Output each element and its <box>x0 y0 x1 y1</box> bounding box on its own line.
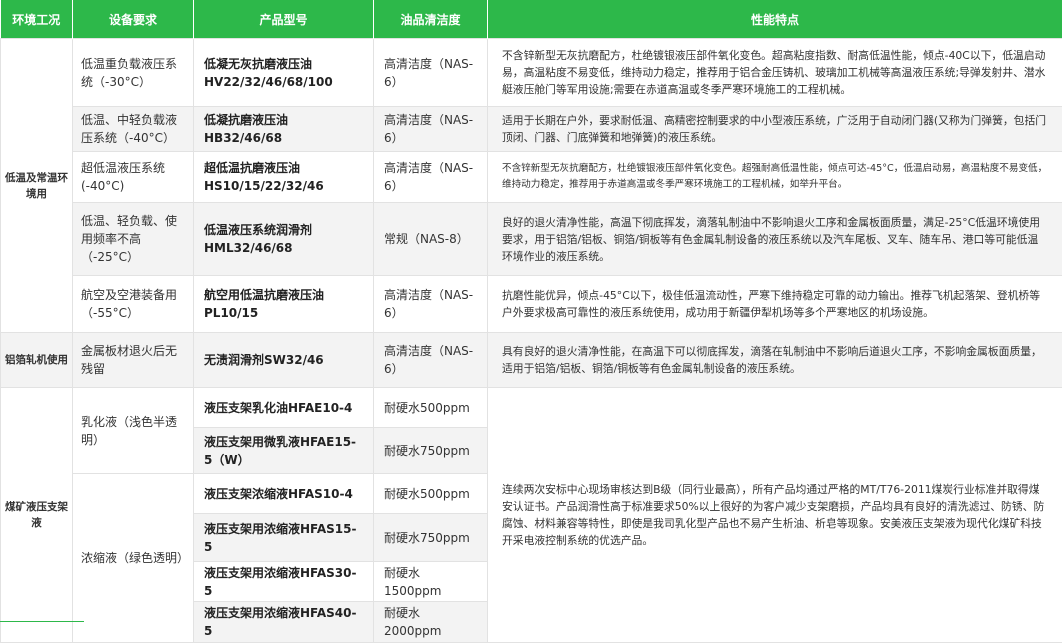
table-row: 超低温液压系统(-40°C) 超低温抗磨液压油HS10/15/22/32/46 … <box>1 152 1062 203</box>
env-group-foil: 铝箔轧机使用 <box>1 333 73 388</box>
features-cell: 具有良好的退火清净性能，在高温下可以彻底挥发，滴落在轧制油中不影响后道退火工序，… <box>488 333 1062 388</box>
cleanliness-cell: 耐硬水500ppm <box>374 388 488 428</box>
cleanliness-cell: 高清洁度（NAS-6） <box>374 333 488 388</box>
model-cell: 液压支架用浓缩液HFAS30-5 <box>194 562 374 602</box>
model-cell: 液压支架浓缩液HFAS10-4 <box>194 474 374 514</box>
cleanliness-cell: 高清洁度（NAS-6） <box>374 276 488 333</box>
table-row: 煤矿液压支架液 乳化液（浅色半透明） 液压支架乳化油HFAE10-4 耐硬水50… <box>1 388 1062 428</box>
features-cell: 不含锌新型无灰抗磨配方，杜绝镀银液压部件氧化变色。超强耐高低温性能，倾点可达-4… <box>488 152 1062 203</box>
features-cell: 良好的退火清净性能，高温下彻底挥发，滴落轧制油中不影响退火工序和金属板面质量，满… <box>488 203 1062 276</box>
header-requirement: 设备要求 <box>73 0 194 39</box>
requirement-cell: 低温、中轻负载液压系统（-40°C） <box>73 107 194 152</box>
table-row: 低温及常温环境用 低温重负载液压系统（-30°C） 低凝无灰抗磨液压油HV22/… <box>1 39 1062 107</box>
features-cell: 抗磨性能优异，倾点-45°C以下，极佳低温流动性，严寒下维持稳定可靠的动力输出。… <box>488 276 1062 333</box>
cleanliness-cell: 耐硬水750ppm <box>374 428 488 474</box>
model-cell: 液压支架用微乳液HFAE15-5（W） <box>194 428 374 474</box>
requirement-cell: 航空及空港装备用（-55°C） <box>73 276 194 333</box>
model-cell: 液压支架用浓缩液HFAS15-5 <box>194 514 374 562</box>
requirement-cell: 乳化液（浅色半透明） <box>73 388 194 474</box>
model-cell: 超低温抗磨液压油HS10/15/22/32/46 <box>194 152 374 203</box>
model-cell: 低凝无灰抗磨液压油HV22/32/46/68/100 <box>194 39 374 107</box>
requirement-cell: 低温重负载液压系统（-30°C） <box>73 39 194 107</box>
header-row: 环境工况 设备要求 产品型号 油品清洁度 性能特点 <box>1 0 1062 39</box>
cleanliness-cell: 高清洁度（NAS-6） <box>374 152 488 203</box>
header-features: 性能特点 <box>488 0 1062 39</box>
cleanliness-cell: 耐硬水500ppm <box>374 474 488 514</box>
env-group-coal: 煤矿液压支架液 <box>1 388 73 643</box>
model-cell: 航空用低温抗磨液压油PL10/15 <box>194 276 374 333</box>
env-group-low-temp: 低温及常温环境用 <box>1 39 73 333</box>
cleanliness-cell: 耐硬水2000ppm <box>374 602 488 643</box>
requirement-cell: 浓缩液（绿色透明） <box>73 474 194 643</box>
features-cell: 适用于长期在户外，要求耐低温、高精密控制要求的中小型液压系统，广泛用于自动闭门器… <box>488 107 1062 152</box>
model-cell: 低温液压系统润滑剂HML32/46/68 <box>194 203 374 276</box>
cleanliness-cell: 耐硬水1500ppm <box>374 562 488 602</box>
header-env: 环境工况 <box>1 0 73 39</box>
header-model: 产品型号 <box>194 0 374 39</box>
table-row: 低温、中轻负载液压系统（-40°C） 低凝抗磨液压油HB32/46/68 高清洁… <box>1 107 1062 152</box>
requirement-cell: 超低温液压系统(-40°C) <box>73 152 194 203</box>
model-cell: 低凝抗磨液压油HB32/46/68 <box>194 107 374 152</box>
model-cell: 液压支架乳化油HFAE10-4 <box>194 388 374 428</box>
cleanliness-cell: 高清洁度（NAS-6） <box>374 107 488 152</box>
requirement-cell: 金属板材退火后无残留 <box>73 333 194 388</box>
table-row: 铝箔轧机使用 金属板材退火后无残留 无渍润滑剂SW32/46 高清洁度（NAS-… <box>1 333 1062 388</box>
accent-divider <box>0 621 84 622</box>
features-cell: 不含锌新型无灰抗磨配方，杜绝镀银液压部件氧化变色。超高粘度指数、耐高低温性能，倾… <box>488 39 1062 107</box>
table-row: 航空及空港装备用（-55°C） 航空用低温抗磨液压油PL10/15 高清洁度（N… <box>1 276 1062 333</box>
table-row: 低温、轻负载、使用频率不高（-25°C） 低温液压系统润滑剂HML32/46/6… <box>1 203 1062 276</box>
cleanliness-cell: 耐硬水750ppm <box>374 514 488 562</box>
header-cleanliness: 油品清洁度 <box>374 0 488 39</box>
requirement-cell: 低温、轻负载、使用频率不高（-25°C） <box>73 203 194 276</box>
cleanliness-cell: 常规（NAS-8） <box>374 203 488 276</box>
model-cell: 液压支架用浓缩液HFAS40-5 <box>194 602 374 643</box>
product-spec-table: 环境工况 设备要求 产品型号 油品清洁度 性能特点 低温及常温环境用 低温重负载… <box>0 0 1062 643</box>
model-cell: 无渍润滑剂SW32/46 <box>194 333 374 388</box>
features-cell: 连续两次安标中心现场审核达到B级（同行业最高），所有产品均通过严格的MT/T76… <box>488 388 1062 643</box>
cleanliness-cell: 高清洁度（NAS-6） <box>374 39 488 107</box>
